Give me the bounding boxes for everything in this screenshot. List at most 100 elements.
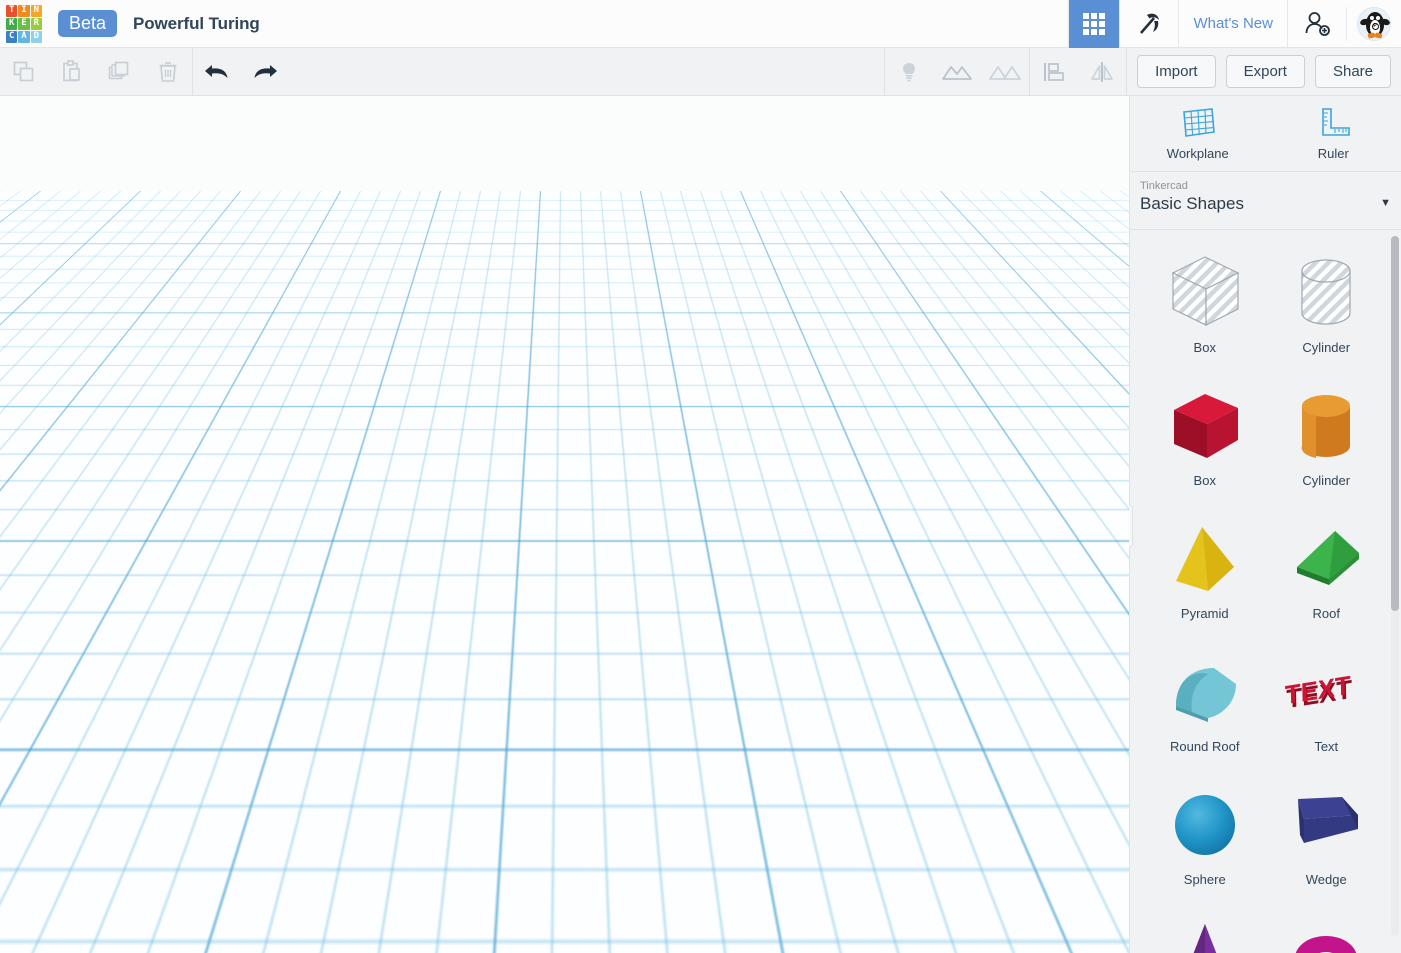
- workplane-grid[interactable]: [0, 96, 1129, 191]
- apps-grid-icon: [1083, 12, 1106, 35]
- library-name-label: Basic Shapes: [1140, 194, 1244, 213]
- shapes-grid[interactable]: Box Cylinder Box Cylinder Pyramid Roof R…: [1130, 230, 1401, 953]
- wedge-shape: [1266, 778, 1386, 874]
- shape-item-box-hole[interactable]: Box: [1144, 240, 1266, 373]
- group-button[interactable]: [933, 48, 981, 96]
- logo-tile: E: [18, 17, 30, 30]
- group-shapes-icon: [942, 65, 972, 80]
- library-source-label: Tinkercad: [1140, 180, 1188, 192]
- whats-new-link[interactable]: What's New: [1178, 0, 1287, 48]
- paste-icon: [63, 59, 80, 81]
- red-box-object[interactable]: [262, 332, 842, 937]
- penguin-avatar: P: [1357, 6, 1391, 41]
- duplicate-button[interactable]: [96, 48, 144, 96]
- add-person-icon: [1305, 11, 1330, 36]
- workplane-tool-label: Workplane: [1166, 146, 1229, 161]
- cone-shape: [1145, 911, 1265, 953]
- logo-tile: T: [6, 4, 18, 17]
- designs-grid-button[interactable]: [1068, 0, 1120, 48]
- fit-brackets-icon: [16, 255, 32, 271]
- shape-item-box-solid[interactable]: Box: [1144, 373, 1266, 506]
- shape-item-pyramid[interactable]: Pyramid: [1144, 506, 1266, 639]
- history-tool-group: [193, 48, 289, 96]
- edit-grid-button[interactable]: Edit Grid: [1044, 886, 1119, 913]
- pyramid-shape: [1145, 512, 1265, 608]
- copy-button[interactable]: [0, 48, 48, 96]
- logo-tile: C: [6, 30, 18, 43]
- align-icon: [1044, 62, 1064, 81]
- clipboard-tool-group: [0, 48, 192, 96]
- notes-button[interactable]: [885, 48, 933, 96]
- chevron-down-icon: ▼: [1380, 197, 1391, 209]
- shape-label: Wedge: [1305, 872, 1347, 887]
- logo-tile: A: [18, 30, 30, 43]
- shape-item-cylinder-solid[interactable]: Cylinder: [1266, 373, 1388, 506]
- delete-button[interactable]: [144, 48, 192, 96]
- export-button[interactable]: Export: [1225, 55, 1305, 88]
- shapes-scrollbar-thumb[interactable]: [1391, 236, 1399, 611]
- user-avatar-button[interactable]: P: [1346, 6, 1401, 41]
- codeblocks-button[interactable]: [1119, 0, 1178, 48]
- fit-to-view-button[interactable]: [9, 248, 39, 278]
- snap-grid-label: Snap Grid: [966, 925, 1025, 940]
- shape-item-wedge[interactable]: Wedge: [1266, 772, 1388, 905]
- shape-label: Pyramid: [1180, 606, 1229, 621]
- snap-grid-select[interactable]: 1.0 mm ▲: [1032, 919, 1119, 946]
- document-title[interactable]: Powerful Turing: [133, 14, 260, 34]
- snap-grid-row: Snap Grid 1.0 mm ▲: [966, 919, 1119, 946]
- paste-button[interactable]: [48, 48, 96, 96]
- ungroup-shapes-icon: [989, 65, 1021, 80]
- shape-label: Sphere: [1183, 872, 1226, 887]
- shapes-panel: Workplane Ruler Tinkercad Basic Shapes ▼: [1129, 96, 1401, 953]
- file-actions-group: Import Export Share: [1127, 55, 1401, 88]
- shape-item-cone[interactable]: Cone: [1144, 905, 1266, 953]
- shape-label: Round Roof: [1170, 739, 1240, 754]
- caret-up-icon: ▲: [1096, 925, 1109, 940]
- ungroup-button[interactable]: [981, 48, 1029, 96]
- whats-new-label: What's New: [1193, 15, 1273, 32]
- shape-library-select[interactable]: Tinkercad Basic Shapes ▼: [1130, 172, 1401, 230]
- ruler-tool[interactable]: Ruler: [1266, 96, 1401, 171]
- beta-badge: Beta: [58, 10, 118, 37]
- logo-tile: R: [30, 17, 42, 30]
- shape-label: Roof: [1312, 606, 1340, 621]
- trash-icon: [159, 61, 177, 82]
- duplicate-icon: [108, 61, 129, 79]
- shape-item-roof[interactable]: Roof: [1266, 506, 1388, 639]
- shape-label: Cylinder: [1302, 340, 1351, 355]
- shape-item-round-roof[interactable]: Round Roof: [1144, 639, 1266, 772]
- share-button[interactable]: Share: [1314, 55, 1391, 88]
- top-bar-right: What's New P: [1068, 0, 1401, 48]
- shape-item-cylinder-hole[interactable]: Cylinder: [1266, 240, 1388, 373]
- align-button[interactable]: [1030, 48, 1078, 96]
- avatar-letter: P: [1371, 22, 1379, 30]
- home-view-button[interactable]: [9, 206, 39, 236]
- shape-item-torus[interactable]: Torus: [1266, 905, 1388, 953]
- home-icon: [16, 213, 32, 229]
- tinkercad-app: T I N K E R C A D Beta Powerful Turing W…: [0, 0, 1401, 953]
- tinkercad-logo[interactable]: T I N K E R C A D: [0, 0, 48, 48]
- shape-item-sphere[interactable]: Sphere: [1144, 772, 1266, 905]
- import-button[interactable]: Import: [1137, 55, 1216, 88]
- mirror-button[interactable]: [1078, 48, 1126, 96]
- collapse-panel-button[interactable]: ❯: [1113, 505, 1133, 547]
- orthographic-toggle-button[interactable]: [9, 290, 39, 320]
- shape-label: Box: [1193, 340, 1216, 355]
- roof-shape: [1266, 512, 1386, 608]
- undo-button[interactable]: [193, 48, 241, 96]
- workplane-tool[interactable]: Workplane: [1130, 96, 1266, 171]
- undo-arrow-icon: [205, 64, 228, 78]
- shape-item-text[interactable]: TEXT TEXT Text: [1266, 639, 1388, 772]
- redo-arrow-icon: [254, 64, 277, 78]
- design-canvas[interactable]: TOP FRONT RIGHT Edit Grid Snap Grid 1.0 …: [0, 96, 1129, 953]
- invite-people-button[interactable]: [1287, 0, 1346, 48]
- cylinder-solid-shape: [1266, 379, 1386, 475]
- redo-button[interactable]: [241, 48, 289, 96]
- cylinder-hole-shape: [1266, 246, 1386, 342]
- shape-label: Text: [1314, 739, 1339, 754]
- pickaxe-icon: [1140, 13, 1160, 34]
- workplane-icon: [1182, 108, 1215, 137]
- round-roof-shape: [1145, 645, 1265, 741]
- lightbulb-icon: [903, 62, 916, 81]
- copy-icon: [13, 61, 34, 81]
